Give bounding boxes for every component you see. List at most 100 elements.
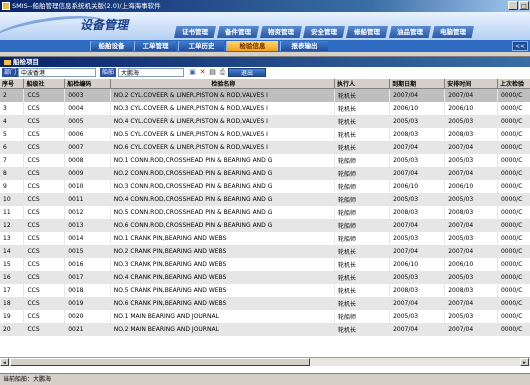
cell-class-society: CCS [23, 192, 66, 206]
table-row[interactable]: 17 CCS 0018 NO.5 CRANK PIN,BEARING AND WEBS… [0, 283, 530, 297]
table-row[interactable]: 2 CCS 0003 NO.2 CYL.COVEER & LINER,PISTON &… [0, 88, 530, 102]
cell-last: 0000/C [497, 179, 530, 193]
cell-last: 0000/C [497, 153, 530, 167]
module-tab-certificates[interactable]: 证书管理 [174, 26, 216, 38]
cell-name: NO.5 CRANK PIN,BEARING AND WEBS [110, 283, 335, 297]
cell-due-date: 2008/03 [389, 205, 446, 219]
cell-due-date: 2007/04 [389, 140, 446, 154]
module-tab-materials[interactable]: 物资管理 [260, 26, 302, 38]
subtab-work-order-history[interactable]: 工单历史 [178, 41, 224, 51]
cell-class-society: CCS [23, 322, 66, 336]
subtab-work-orders[interactable]: 工单管理 [134, 41, 176, 51]
cell-last: 0000/C [497, 231, 530, 245]
save-icon[interactable]: ▤ [208, 68, 217, 77]
module-tab-safety[interactable]: 安全管理 [303, 26, 345, 38]
cell-scheduled: 2008/03 [444, 283, 498, 297]
table-row[interactable]: 15 CCS 0016 NO.3 CRANK PIN,BEARING AND WEBS… [0, 257, 530, 271]
cell-code: 0017 [64, 270, 111, 284]
cell-class-society: CCS [23, 257, 66, 271]
col-header-scheduled[interactable]: 安排时间 [444, 79, 498, 89]
delete-icon[interactable]: ✕ [198, 68, 207, 77]
cell-scheduled: 2005/03 [444, 270, 498, 284]
horizontal-scrollbar[interactable]: ◂ ▸ [0, 357, 530, 366]
table-row[interactable]: 14 CCS 0015 NO.2 CRANK PIN,BEARING AND WEBS… [0, 244, 530, 258]
cell-executor: 轮机长 [334, 127, 391, 141]
cell-index: 2 [0, 88, 25, 102]
module-tab-repair[interactable]: 修船管理 [346, 26, 388, 38]
table-row[interactable]: 6 CCS 0007 NO.6 CYL.COVEER & LINER,PISTON &… [0, 140, 530, 154]
minimize-button[interactable]: _ [508, 1, 518, 10]
cell-code: 0015 [64, 244, 111, 258]
dept-select[interactable]: 中波香港 [18, 68, 96, 77]
cell-last: 0000/C [497, 270, 530, 284]
cell-last: 0000/C [497, 205, 530, 219]
cell-due-date: 2005/03 [389, 153, 446, 167]
cell-name: NO.3 CONN.ROD,CROSSHEAD PIN & BEARING AN… [110, 179, 335, 193]
active-module-title[interactable]: 设备管理 [80, 16, 172, 32]
cell-index: 13 [0, 231, 25, 245]
table-row[interactable]: 3 CCS 0004 NO.3 CYL.COVEER & LINER,PISTON &… [0, 101, 530, 115]
exit-button[interactable]: 退出 [228, 68, 266, 77]
cell-scheduled: 2005/03 [444, 192, 498, 206]
cell-class-society: CCS [23, 296, 66, 310]
panel-header: 船检项目 [0, 57, 530, 67]
cell-code: 0009 [64, 166, 111, 180]
table-row[interactable]: 11 CCS 0012 NO.5 CONN.ROD,CROSSHEAD PIN & B… [0, 205, 530, 219]
col-header-inspection-code[interactable]: 船检编码 [64, 79, 111, 89]
table-row[interactable]: 4 CCS 0005 NO.4 CYL.COVEER & LINER,PISTON &… [0, 114, 530, 128]
cell-code: 0007 [64, 140, 111, 154]
document-icon[interactable]: ▣ [188, 68, 197, 77]
scroll-thumb[interactable] [10, 358, 310, 366]
col-header-index[interactable]: 序号 [0, 79, 25, 89]
cell-code: 0019 [64, 296, 111, 310]
subtab-inspection-info[interactable]: 检验信息 [226, 41, 278, 51]
table-row[interactable]: 19 CCS 0020 NO.1 MAIN BEARING AND JOURNAL 轮船… [0, 309, 530, 323]
module-tab-oil[interactable]: 油品管理 [389, 26, 431, 38]
cell-due-date: 2007/04 [389, 88, 446, 102]
cell-class-society: CCS [23, 244, 66, 258]
cell-name: NO.5 CONN.ROD,CROSSHEAD PIN & BEARING AN… [110, 205, 335, 219]
subtab-report-output[interactable]: 报表输出 [280, 41, 328, 51]
cell-index: 11 [0, 205, 25, 219]
scroll-right-arrow-icon[interactable]: ▸ [520, 358, 529, 366]
table-row[interactable]: 13 CCS 0014 NO.1 CRANK PIN,BEARING AND WEBS… [0, 231, 530, 245]
module-tab-computer[interactable]: 电脑管理 [432, 26, 474, 38]
status-bar: 当前船舶：大鹏海 [0, 373, 530, 385]
ship-select[interactable]: 大鹏海 [118, 68, 184, 77]
table-row[interactable]: 5 CCS 0006 NO.5 CYL.COVEER & LINER,PISTON &… [0, 127, 530, 141]
cell-executor: 轮机长 [334, 257, 391, 271]
print-icon[interactable]: ⎙ [218, 68, 227, 77]
cell-code: 0020 [64, 309, 111, 323]
maximize-button[interactable]: □ [519, 1, 529, 10]
col-header-inspection-name[interactable]: 检验名称 [110, 79, 335, 89]
module-tab-spares[interactable]: 备件管理 [217, 26, 259, 38]
subtab-ship-equipment[interactable]: 船舶设备 [90, 41, 132, 51]
cell-executor: 轮机长 [334, 322, 391, 336]
table-row[interactable]: 10 CCS 0011 NO.4 CONN.ROD,CROSSHEAD PIN & B… [0, 192, 530, 206]
cell-due-date: 2005/03 [389, 192, 446, 206]
cell-class-society: CCS [23, 127, 66, 141]
cell-due-date: 2008/03 [389, 283, 446, 297]
col-header-due-date[interactable]: 到期日期 [389, 79, 446, 89]
cell-scheduled: 2007/04 [444, 166, 498, 180]
table-row[interactable]: 7 CCS 0008 NO.1 CONN.ROD,CROSSHEAD PIN & BE… [0, 153, 530, 167]
cell-class-society: CCS [23, 231, 66, 245]
table-row[interactable]: 12 CCS 0013 NO.6 CONN.ROD,CROSSHEAD PIN & B… [0, 218, 530, 232]
cell-scheduled: 2007/04 [444, 296, 498, 310]
table-row[interactable]: 9 CCS 0010 NO.3 CONN.ROD,CROSSHEAD PIN & BE… [0, 179, 530, 193]
cell-name: NO.6 CONN.ROD,CROSSHEAD PIN & BEARING AN… [110, 218, 335, 232]
col-header-executor[interactable]: 执行人 [334, 79, 391, 89]
scroll-left-arrow-icon[interactable]: ◂ [0, 358, 9, 366]
col-header-class-society[interactable]: 船级社 [23, 79, 66, 89]
cell-index: 3 [0, 101, 25, 115]
table-row[interactable]: 16 CCS 0017 NO.4 CRANK PIN,BEARING AND WEBS… [0, 270, 530, 284]
table-row[interactable]: 20 CCS 0021 NO.2 MAIN BEARING AND JOURNAL 轮机… [0, 322, 530, 336]
table-row[interactable]: 8 CCS 0009 NO.2 CONN.ROD,CROSSHEAD PIN & BE… [0, 166, 530, 180]
cell-class-society: CCS [23, 166, 66, 180]
cell-executor: 轮机长 [334, 270, 391, 284]
cell-last: 0000/C [497, 192, 530, 206]
table-row[interactable]: 18 CCS 0019 NO.6 CRANK PIN,BEARING AND WEBS… [0, 296, 530, 310]
collapse-button[interactable]: << [512, 41, 528, 51]
cell-code: 0010 [64, 179, 111, 193]
col-header-last-inspection[interactable]: 上次检验 [497, 79, 530, 89]
